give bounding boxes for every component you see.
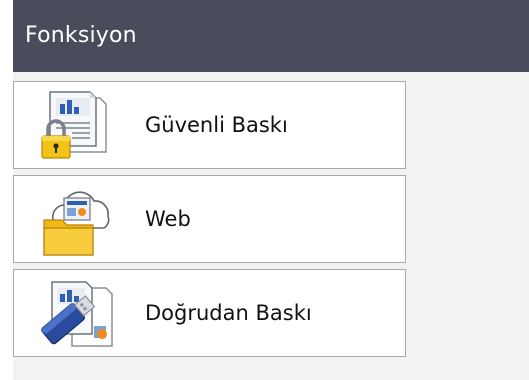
secure-print-icon: [36, 88, 118, 164]
web-connect-icon: [36, 182, 118, 258]
direct-print-button[interactable]: Doğrudan Baskı: [13, 269, 406, 357]
lcd-screen: Fonksiyon Güvenli Baskı Web Doğrudan Bas…: [13, 0, 529, 380]
secure-print-label: Güvenli Baskı: [145, 113, 288, 137]
page-title: Fonksiyon: [25, 23, 137, 48]
direct-print-label: Doğrudan Baskı: [145, 301, 312, 325]
secure-print-button[interactable]: Güvenli Baskı: [13, 81, 406, 169]
title-bar: Fonksiyon: [13, 0, 529, 72]
web-label: Web: [145, 207, 191, 231]
web-button[interactable]: Web: [13, 175, 406, 263]
usb-direct-print-icon: [36, 276, 118, 352]
